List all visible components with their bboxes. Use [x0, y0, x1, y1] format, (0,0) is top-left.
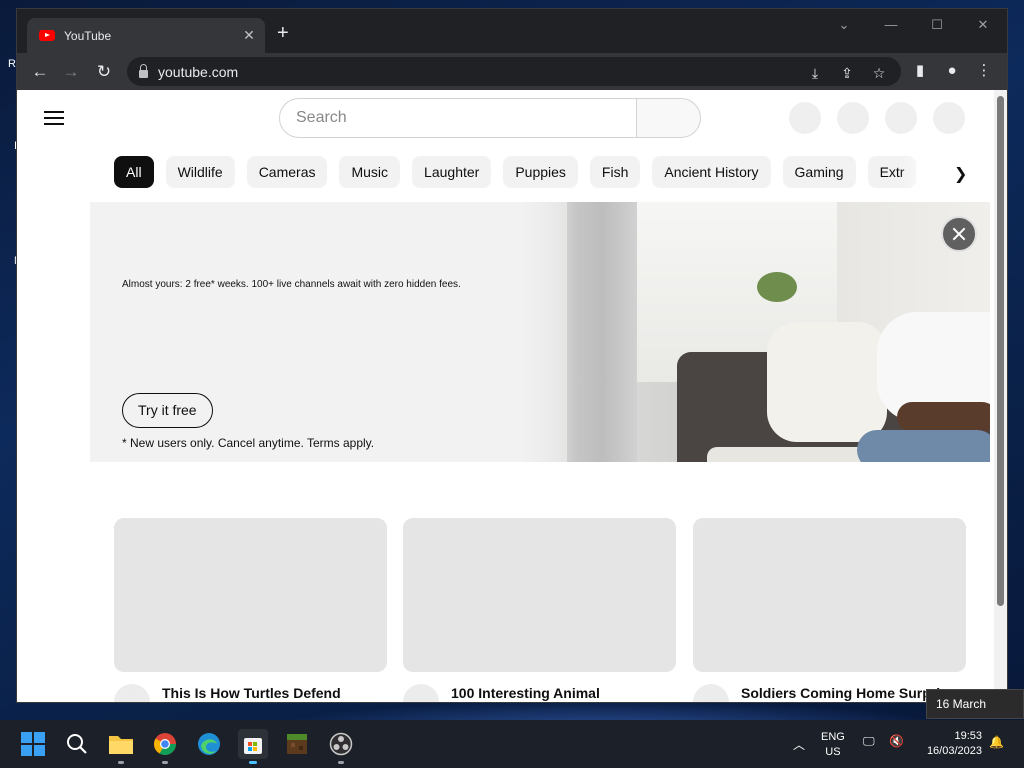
- chip-music[interactable]: Music: [339, 156, 401, 188]
- start-button[interactable]: [18, 729, 48, 759]
- side-panel-icon[interactable]: ▮: [910, 61, 930, 81]
- search-input[interactable]: Search: [279, 98, 637, 138]
- url-text: youtube.com: [158, 63, 239, 80]
- clock-time: 19:53: [954, 730, 982, 742]
- video-card[interactable]: Soldiers Coming Home Surprise: [693, 518, 966, 702]
- obs-icon[interactable]: [326, 729, 356, 764]
- ad-banner: Almost yours: 2 free* weeks. 100+ live c…: [90, 202, 990, 462]
- video-thumbnail[interactable]: [693, 518, 966, 672]
- language-indicator[interactable]: ENG US: [821, 730, 845, 760]
- placeholder-icon[interactable]: [885, 102, 917, 134]
- menu-kebab-icon[interactable]: ⋮: [974, 61, 994, 81]
- chip-laughter[interactable]: Laughter: [412, 156, 492, 188]
- wallpaper-swirl: [260, 700, 960, 720]
- title-bar: YouTube ✕ + ⌄ — ☐ ✕: [17, 9, 1007, 53]
- tab-search-icon[interactable]: ⌄: [832, 17, 856, 33]
- date-tooltip: 16 March 2023: [926, 689, 1024, 739]
- taskbar: ︿ ENG US 🖵 🔇 19:53 16/03/2023 🔔: [0, 720, 1024, 768]
- chip-gaming[interactable]: Gaming: [782, 156, 856, 188]
- ad-living-room-photo: [517, 202, 990, 462]
- search-taskbar-icon[interactable]: [62, 729, 92, 759]
- tab-close-icon[interactable]: ✕: [239, 27, 259, 44]
- video-thumbnail[interactable]: [403, 518, 676, 672]
- video-card[interactable]: 100 Interesting Animal: [403, 518, 676, 702]
- ad-headline: Almost yours: 2 free* weeks. 100+ live c…: [122, 279, 461, 290]
- tab-title: YouTube: [64, 28, 112, 43]
- clock-date: 16/03/2023: [926, 745, 982, 757]
- chip-puppies[interactable]: Puppies: [503, 156, 578, 188]
- video-thumbnail[interactable]: [114, 518, 387, 672]
- placeholder-icon[interactable]: [789, 102, 821, 134]
- notification-bell-icon[interactable]: 🔔: [989, 735, 1004, 749]
- channel-avatar[interactable]: [403, 684, 439, 702]
- edge-icon[interactable]: [194, 729, 224, 759]
- maximize-button[interactable]: ☐: [925, 17, 949, 33]
- chevron-right-icon[interactable]: ❯: [954, 164, 967, 184]
- address-bar[interactable]: youtube.com ⤓ ⇪ ☆: [127, 57, 901, 86]
- close-window-button[interactable]: ✕: [971, 17, 995, 33]
- ad-close-icon[interactable]: [941, 216, 977, 252]
- forward-arrow-icon[interactable]: →: [59, 60, 83, 84]
- avatar[interactable]: [933, 102, 965, 134]
- file-explorer-icon[interactable]: [106, 729, 136, 764]
- chip-ancient-history[interactable]: Ancient History: [652, 156, 771, 188]
- install-icon[interactable]: ⤓: [806, 64, 824, 82]
- chip-bar: All Wildlife Cameras Music Laughter Puppies Fi…: [114, 156, 944, 188]
- chevron-up-icon[interactable]: ︿: [793, 736, 805, 753]
- new-tab-button[interactable]: +: [277, 23, 289, 43]
- microsoft-store-icon[interactable]: [238, 729, 268, 764]
- page-scrollbar[interactable]: [994, 90, 1007, 702]
- back-arrow-icon[interactable]: ←: [28, 60, 52, 84]
- minimize-button[interactable]: —: [879, 17, 903, 32]
- reload-icon[interactable]: ↻: [92, 60, 116, 84]
- clock[interactable]: 19:53 16/03/2023: [910, 729, 982, 759]
- volume-muted-icon[interactable]: 🔇: [889, 734, 904, 748]
- chip-fade: [898, 156, 948, 188]
- lock-icon: [139, 63, 148, 78]
- placeholder-icon[interactable]: [837, 102, 869, 134]
- video-card[interactable]: This Is How Turtles Defend: [114, 518, 387, 702]
- minecraft-icon[interactable]: [282, 729, 312, 759]
- search-button[interactable]: [636, 98, 701, 138]
- browser-window: YouTube ✕ + ⌄ — ☐ ✕ ← → ↻ youtube.com ⤓ …: [17, 9, 1007, 702]
- hamburger-menu-icon[interactable]: [44, 111, 64, 125]
- channel-avatar[interactable]: [114, 684, 150, 702]
- video-title[interactable]: This Is How Turtles Defend: [162, 685, 387, 701]
- chip-wildlife[interactable]: Wildlife: [165, 156, 235, 188]
- windows-logo-icon: [21, 732, 45, 756]
- share-icon[interactable]: ⇪: [838, 64, 856, 82]
- channel-avatar[interactable]: [693, 684, 729, 702]
- scrollbar-thumb[interactable]: [997, 96, 1004, 606]
- lang-line1: ENG: [821, 731, 845, 743]
- chip-all[interactable]: All: [114, 156, 154, 188]
- chrome-icon[interactable]: [150, 729, 180, 764]
- network-icon[interactable]: 🖵: [863, 734, 875, 749]
- browser-toolbar: ← → ↻ youtube.com ⤓ ⇪ ☆ ▮ ● ⋮: [17, 53, 1007, 90]
- video-title[interactable]: 100 Interesting Animal: [451, 685, 676, 701]
- browser-tab[interactable]: YouTube ✕: [27, 18, 265, 53]
- profile-icon[interactable]: ●: [942, 61, 962, 81]
- ad-disclaimer: * New users only. Cancel anytime. Terms …: [122, 436, 375, 450]
- youtube-favicon-icon: [39, 30, 55, 41]
- chip-cameras[interactable]: Cameras: [246, 156, 328, 188]
- lang-line2: US: [825, 746, 841, 758]
- youtube-page: Search All Wildlife Cameras Music Laughter Pu…: [18, 90, 994, 702]
- try-it-free-button[interactable]: Try it free: [122, 393, 213, 428]
- bookmark-star-icon[interactable]: ☆: [870, 64, 888, 82]
- chip-fish[interactable]: Fish: [589, 156, 641, 188]
- desktop-icon-label: R: [8, 58, 16, 70]
